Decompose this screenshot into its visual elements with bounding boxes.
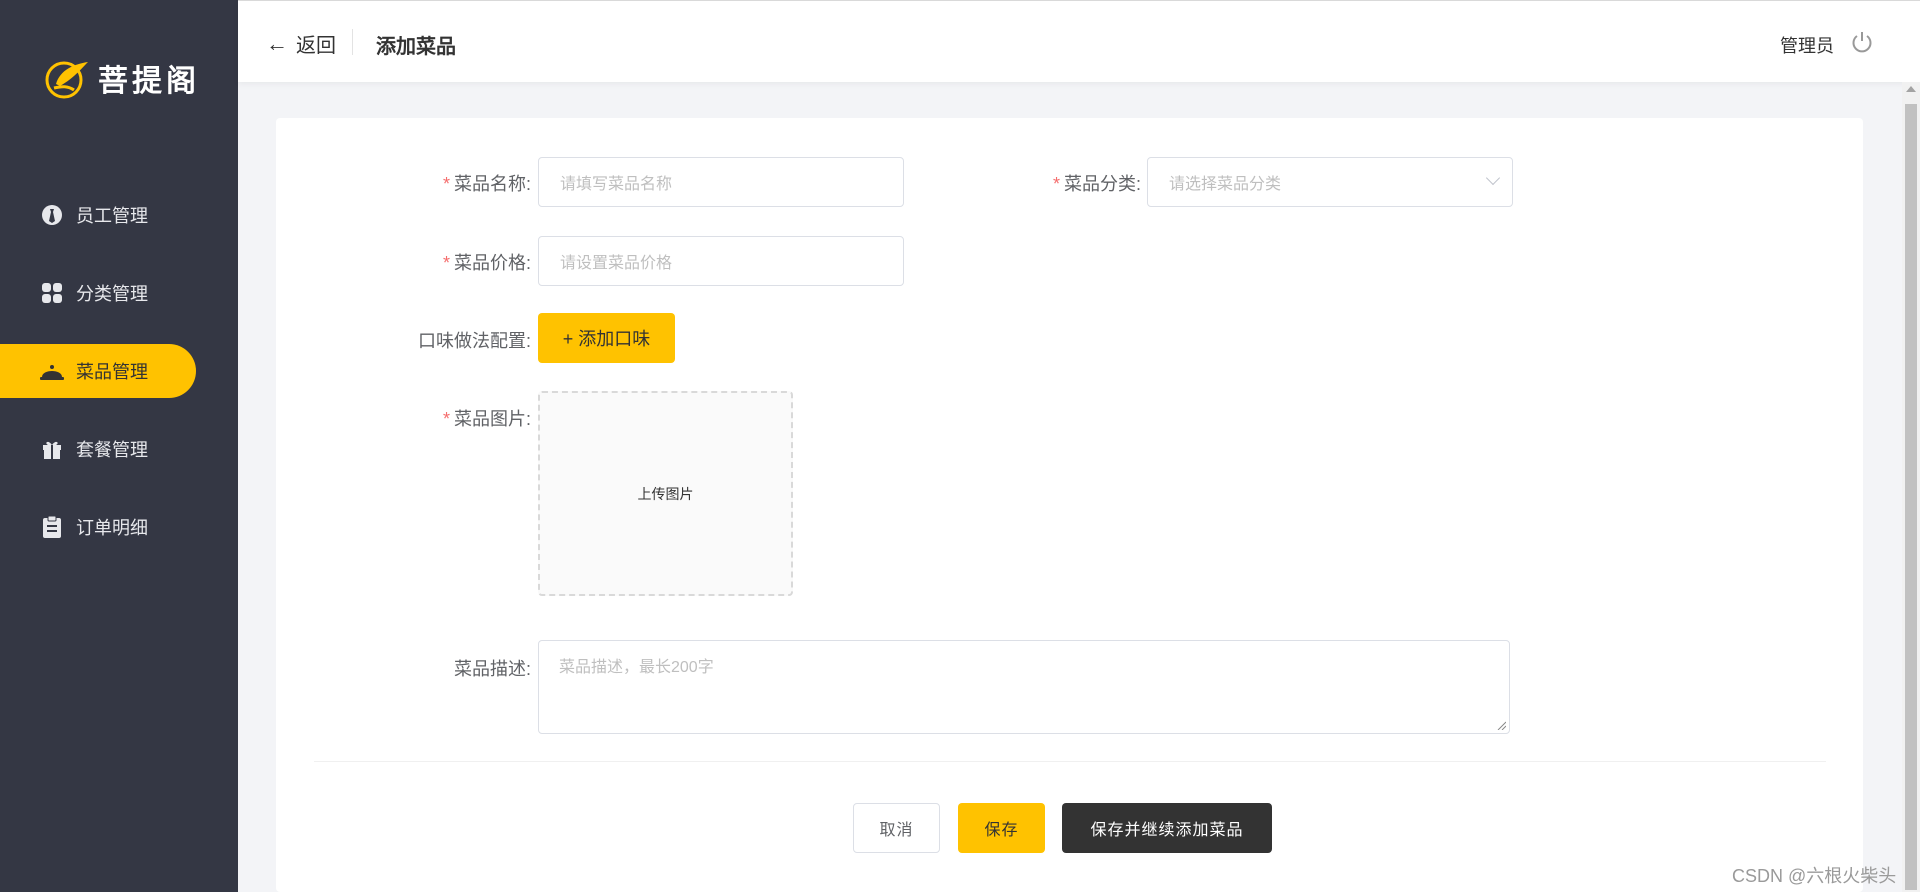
scroll-thumb[interactable] [1905, 104, 1917, 890]
sidebar-item-label: 分类管理 [76, 284, 148, 304]
dish-category-placeholder: 请选择菜品分类 [1169, 176, 1282, 193]
sidebar-item-orders[interactable]: 订单明细 [0, 500, 238, 554]
form-divider [314, 761, 1826, 762]
employee-icon [40, 203, 64, 227]
page-scrollbar[interactable] [1902, 82, 1920, 892]
top-header: ← 返回 添加菜品 管理员 [238, 0, 1920, 82]
dish-name-placeholder: 请填写菜品名称 [560, 176, 673, 193]
sidebar-item-label: 订单明细 [76, 518, 148, 538]
sidebar-item-combo[interactable]: 套餐管理 [0, 422, 238, 476]
dish-name-label: * 菜品名称: [442, 174, 531, 194]
dish-image-label: * 菜品图片: [442, 409, 531, 429]
dish-price-input[interactable]: 请设置菜品价格 [538, 236, 904, 286]
upload-text: 上传图片 [637, 485, 694, 502]
flavor-label: 口味做法配置: [417, 331, 531, 351]
save-and-continue-button[interactable]: 保存并继续添加菜品 [1062, 803, 1272, 853]
arrow-left-icon: ← [266, 30, 288, 56]
sidebar-nav: 员工管理 分类管理 菜品管理 套餐管理 订单明细 [0, 188, 238, 578]
description-textarea[interactable]: 菜品描述，最长200字 [538, 640, 1510, 734]
header-divider [352, 29, 353, 55]
dish-price-placeholder: 请设置菜品价格 [560, 255, 673, 272]
sidebar-item-category[interactable]: 分类管理 [0, 266, 238, 320]
clipboard-icon [40, 515, 64, 539]
category-icon [40, 281, 64, 305]
description-placeholder: 菜品描述，最长200字 [559, 659, 714, 676]
app-logo[interactable]: 菩提阁 [44, 56, 200, 100]
dish-category-select[interactable]: 请选择菜品分类 [1147, 157, 1513, 207]
image-upload-box[interactable]: 上传图片 [538, 391, 793, 596]
sidebar-item-label: 套餐管理 [76, 440, 148, 460]
user-name[interactable]: 管理员 [1780, 32, 1834, 58]
sidebar-item-dish[interactable]: 菜品管理 [0, 344, 196, 398]
sidebar-item-label: 菜品管理 [76, 362, 148, 382]
dish-icon [40, 359, 64, 383]
logo-text: 菩提阁 [98, 64, 200, 99]
save-button[interactable]: 保存 [958, 803, 1045, 853]
resize-handle-icon[interactable] [1496, 720, 1506, 730]
dish-category-label: * 菜品分类: [1052, 174, 1141, 194]
description-label: 菜品描述: [453, 659, 531, 679]
back-button[interactable]: ← 返回 [266, 29, 336, 58]
gift-icon [40, 437, 64, 461]
page-title: 添加菜品 [376, 36, 456, 58]
watermark: CSDN @六根火柴头 [1732, 866, 1897, 886]
cancel-button[interactable]: 取消 [853, 803, 940, 853]
sidebar-item-label: 员工管理 [76, 206, 148, 226]
sidebar: 菩提阁 员工管理 分类管理 菜品管理 套餐管理 订单明细 [0, 0, 238, 892]
add-flavor-button[interactable]: + 添加口味 [538, 313, 675, 363]
logo-icon [45, 61, 88, 99]
back-label: 返回 [296, 35, 336, 57]
dish-price-label: * 菜品价格: [442, 253, 531, 273]
dish-name-input[interactable]: 请填写菜品名称 [538, 157, 904, 207]
chevron-down-icon [1485, 170, 1501, 186]
scroll-up-arrow-icon[interactable] [1906, 86, 1916, 92]
sidebar-item-employee[interactable]: 员工管理 [0, 188, 238, 242]
power-icon[interactable] [1850, 30, 1874, 54]
form-card: * 菜品名称: 请填写菜品名称 * 菜品分类: 请选择菜品分类 * 菜品价格: 请设置… [276, 118, 1863, 892]
